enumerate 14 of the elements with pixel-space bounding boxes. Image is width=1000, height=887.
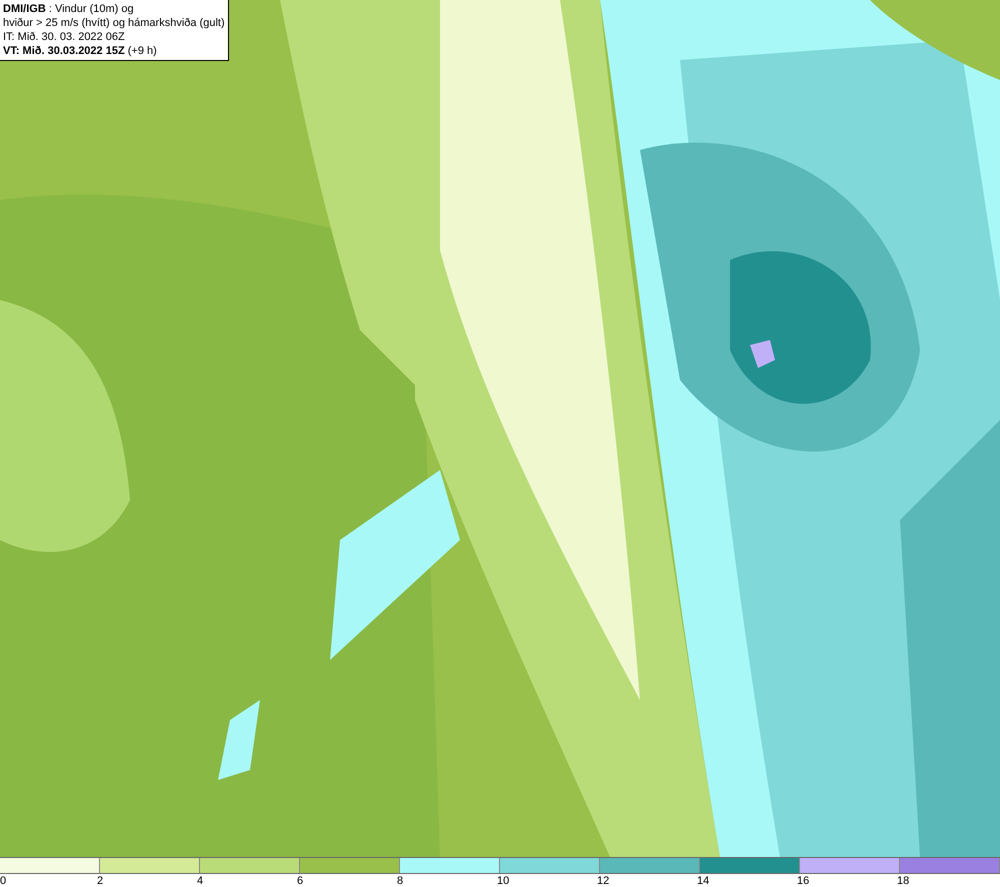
- info-line: VT: Mið. 30.03.2022 15Z (+9 h): [3, 44, 158, 58]
- scale-label: 4: [197, 875, 204, 887]
- scale-label: 2: [97, 875, 104, 887]
- scale-label: 8: [397, 875, 404, 887]
- scale-label: 0: [0, 875, 6, 887]
- scale-label: 18: [897, 875, 910, 887]
- scale-label: 16: [797, 875, 810, 887]
- scale-label: 12: [597, 875, 610, 887]
- scale-label: 10: [497, 875, 510, 887]
- scale-label: 6: [297, 875, 304, 887]
- info-line: DMI/IGB : Vindur (10m) og: [3, 2, 135, 16]
- info-line: IT: Mið. 30. 03. 2022 06Z: [3, 30, 126, 44]
- info-line: hviður > 25 m/s (hvítt) og hámarkshviða (gult): [3, 16, 225, 30]
- scale-label: 14: [697, 875, 710, 887]
